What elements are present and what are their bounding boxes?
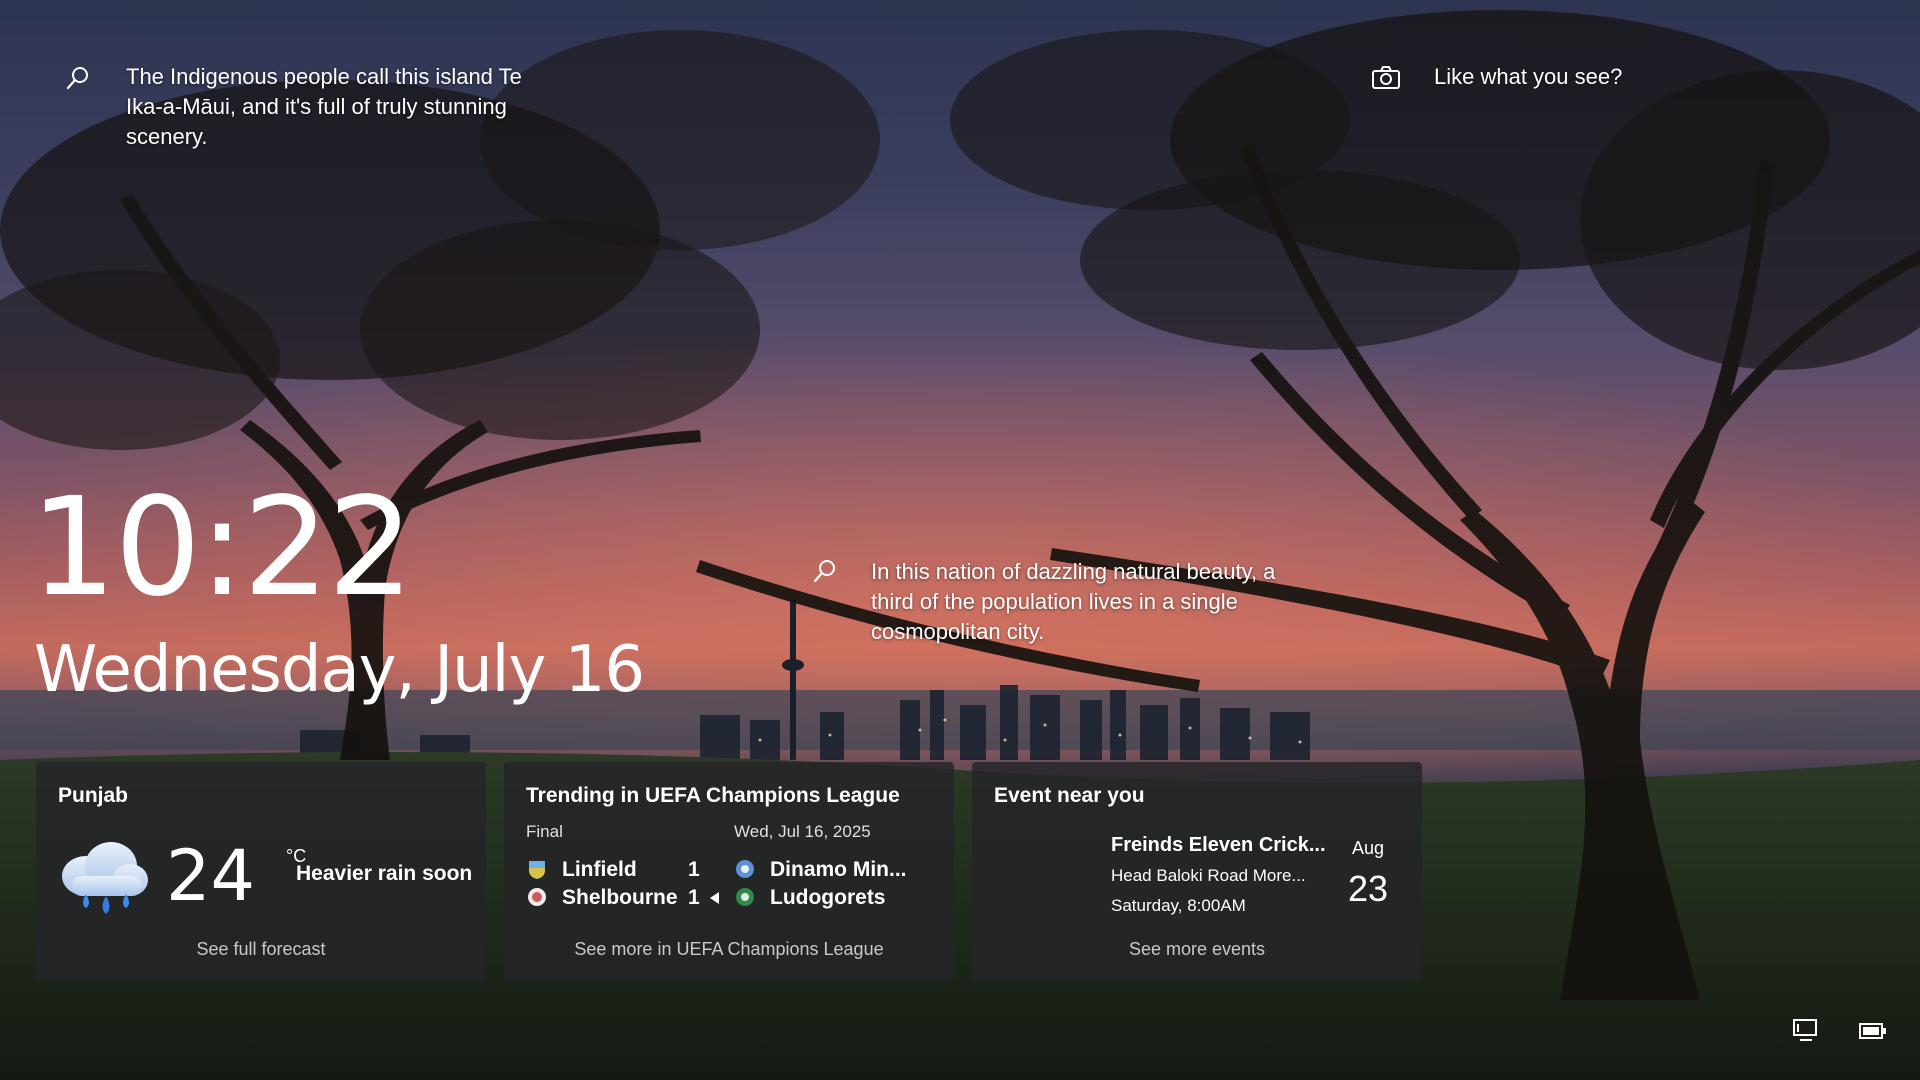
camera-icon[interactable] bbox=[1366, 58, 1406, 98]
home-score-2: 1 bbox=[688, 886, 700, 909]
event-name: Freinds Eleven Crick... bbox=[1111, 834, 1326, 856]
lock-screen: The Indigenous people call this island T… bbox=[0, 0, 1920, 1080]
event-card-title: Event near you bbox=[994, 784, 1145, 807]
match-status: Final bbox=[526, 822, 563, 841]
weather-condition: Heavier rain soon bbox=[296, 862, 473, 885]
winner-arrow-icon bbox=[710, 892, 719, 904]
spotlight-fact-center[interactable]: In this nation of dazzling natural beaut… bbox=[871, 557, 1291, 647]
battery-icon[interactable] bbox=[1858, 1020, 1888, 1046]
search-icon[interactable] bbox=[805, 551, 845, 591]
sports-title: Trending in UEFA Champions League bbox=[526, 784, 900, 807]
team-crest-icon bbox=[528, 888, 546, 906]
event-card[interactable]: Event near you Freinds Eleven Crick... H… bbox=[972, 762, 1422, 980]
sports-card[interactable]: Trending in UEFA Champions League Final … bbox=[504, 762, 954, 980]
event-month: Aug bbox=[1352, 838, 1385, 858]
see-more-league-link[interactable]: See more in UEFA Champions League bbox=[504, 939, 954, 960]
home-team-2: Shelbourne bbox=[562, 886, 678, 909]
weather-location: Punjab bbox=[58, 784, 129, 807]
match-date: Wed, Jul 16, 2025 bbox=[734, 822, 871, 841]
see-full-forecast-link[interactable]: See full forecast bbox=[36, 939, 486, 960]
clock-time: 10:22 bbox=[30, 469, 414, 627]
away-team-2: Ludogorets bbox=[770, 886, 886, 909]
search-icon[interactable] bbox=[58, 58, 98, 98]
event-day: 23 bbox=[1348, 868, 1389, 909]
clock-date: Wednesday, July 16 bbox=[34, 633, 645, 707]
network-icon[interactable] bbox=[1792, 1018, 1822, 1044]
team-crest-icon bbox=[529, 861, 545, 879]
away-team-1: Dinamo Min... bbox=[770, 858, 907, 881]
rain-cloud-icon bbox=[62, 842, 148, 914]
team-crest-icon bbox=[736, 860, 754, 878]
home-team-1: Linfield bbox=[562, 858, 637, 881]
event-location: Head Baloki Road More... bbox=[1111, 866, 1306, 885]
event-time: Saturday, 8:00AM bbox=[1111, 896, 1246, 915]
like-what-you-see-link[interactable]: Like what you see? bbox=[1434, 62, 1622, 92]
weather-card[interactable]: Punjab 24 °C Heavier rain soon See full … bbox=[36, 762, 486, 980]
home-score-1: 1 bbox=[688, 858, 700, 881]
team-crest-icon bbox=[736, 888, 754, 906]
weather-temperature: 24 bbox=[166, 835, 256, 917]
spotlight-fact-top[interactable]: The Indigenous people call this island T… bbox=[126, 62, 546, 152]
see-more-events-link[interactable]: See more events bbox=[972, 939, 1422, 960]
